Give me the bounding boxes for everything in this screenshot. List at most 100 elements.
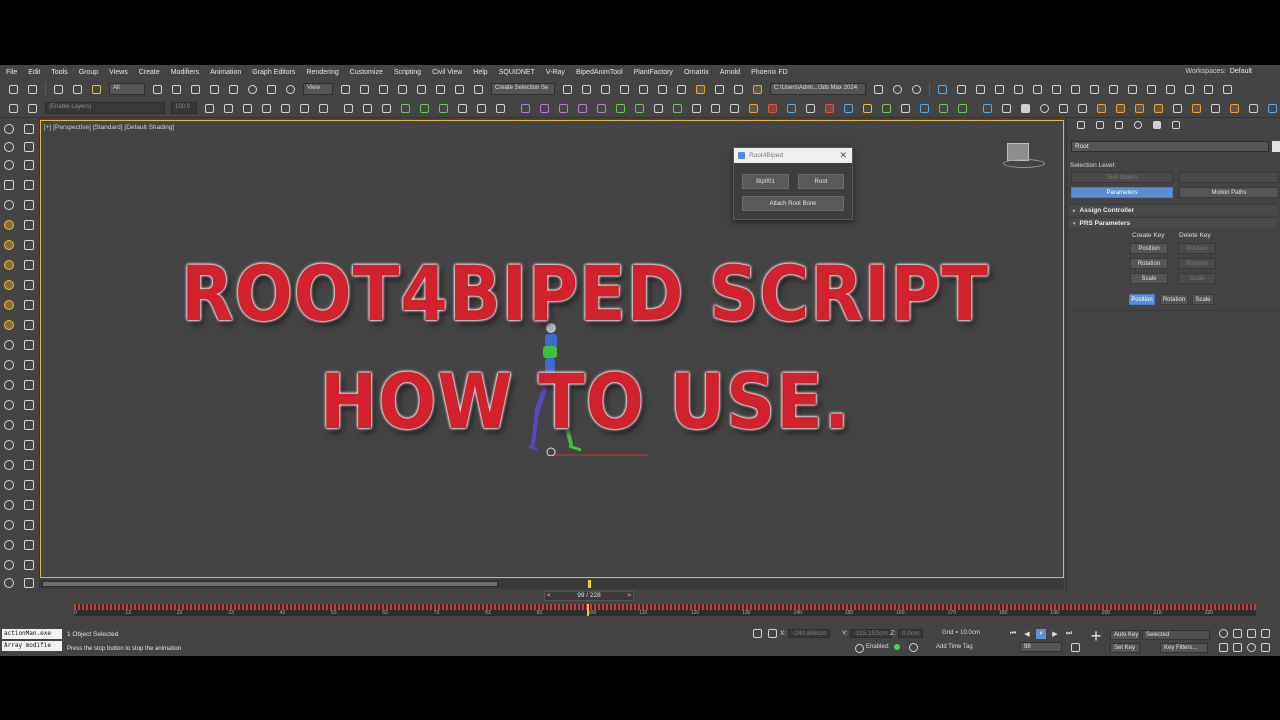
workspaces-value[interactable]: Default <box>1230 68 1252 75</box>
fire-icon[interactable] <box>1095 102 1108 115</box>
tool-n-icon[interactable] <box>24 280 36 292</box>
schematic-view-icon[interactable] <box>675 83 688 96</box>
track-bar[interactable]: 0 13 23 33 43 53 63 73 83 93 100 110 120 130 140 150 160… <box>74 604 1256 616</box>
tool-am-icon[interactable] <box>24 540 36 552</box>
named-selection-set-dropdown[interactable]: Create Selection Se <box>491 83 555 95</box>
vray-proxy-icon[interactable] <box>1069 83 1082 96</box>
enabled-indicator[interactable] <box>894 644 900 650</box>
percent-snap-icon[interactable] <box>434 83 447 96</box>
menu-squidnet[interactable]: SQUIDNET <box>499 69 535 76</box>
time-tag-icon[interactable] <box>853 642 866 655</box>
tool-c-icon[interactable] <box>24 142 36 154</box>
layer-value-field[interactable]: 100.0 <box>171 102 197 114</box>
splash-icon[interactable] <box>1266 102 1279 115</box>
manipulate-icon[interactable] <box>358 83 371 96</box>
tool-ah-icon[interactable] <box>4 500 16 512</box>
particle-speed-icon[interactable] <box>595 102 608 115</box>
field-of-view-icon[interactable] <box>1217 641 1230 654</box>
select-by-name-icon[interactable] <box>170 83 183 96</box>
particle-view-icon[interactable] <box>557 102 570 115</box>
pause-icon[interactable] <box>1000 102 1013 115</box>
current-frame-field[interactable]: 98 <box>1020 642 1062 652</box>
menu-create[interactable]: Create <box>139 69 160 76</box>
menu-modifiers[interactable]: Modifiers <box>171 69 199 76</box>
liquid-icon[interactable] <box>1171 102 1184 115</box>
menu-animation[interactable]: Animation <box>210 69 241 76</box>
viewport-label[interactable]: [+] [Perspective] [Standard] [Default Sh… <box>44 124 174 131</box>
selection-filter-dropdown[interactable]: All <box>109 83 145 95</box>
place-icon[interactable] <box>284 83 297 96</box>
foam-icon[interactable] <box>1247 102 1260 115</box>
delete-scale-key-button[interactable]: Scale <box>1178 273 1216 284</box>
y-coordinate[interactable]: Y: -115.153cm <box>842 629 892 638</box>
redo-icon[interactable] <box>26 83 39 96</box>
vray-decal-icon[interactable] <box>1145 83 1158 96</box>
biped-move-icon[interactable] <box>399 102 412 115</box>
tool-s-icon[interactable] <box>24 340 36 352</box>
tool-j-icon[interactable] <box>24 220 36 232</box>
tool-y-icon[interactable] <box>24 400 36 412</box>
frame-counter[interactable]: < 99 / 228 > <box>544 591 634 601</box>
unlink-icon[interactable] <box>71 83 84 96</box>
project-folder-dropdown[interactable]: C:\Users\Admi...\3ds Max 2024 <box>770 83 866 95</box>
candle-icon[interactable] <box>1152 102 1165 115</box>
sun-icon[interactable] <box>861 102 874 115</box>
ocean-icon[interactable] <box>1209 102 1222 115</box>
vray-frame-buffer-icon[interactable] <box>936 83 949 96</box>
display-tab-icon[interactable] <box>1150 119 1163 132</box>
freeze-layers-icon[interactable] <box>317 102 330 115</box>
flame-icon[interactable] <box>1228 102 1241 115</box>
material-ball-icon[interactable] <box>823 102 836 115</box>
tool-l-icon[interactable] <box>24 260 36 272</box>
hierarchy-tab-icon[interactable] <box>1112 119 1125 132</box>
tool-ag-icon[interactable] <box>24 480 36 492</box>
orbit-icon[interactable] <box>1245 641 1258 654</box>
key-filters-button[interactable]: Key Filters... <box>1160 643 1208 653</box>
tool-ap-icon[interactable] <box>4 578 16 590</box>
utilities-tab-icon[interactable] <box>1169 119 1182 132</box>
teapot-icon[interactable] <box>4 124 16 136</box>
menu-customize[interactable]: Customize <box>350 69 383 76</box>
torch2-icon[interactable] <box>1190 102 1203 115</box>
tool-h-icon[interactable] <box>4 200 16 212</box>
tool-g-icon[interactable] <box>24 180 36 192</box>
menu-help[interactable]: Help <box>473 69 487 76</box>
scale-mode-button[interactable]: Scale <box>1192 294 1214 305</box>
menu-vray[interactable]: V-Ray <box>546 69 565 76</box>
tool-an-icon[interactable] <box>4 560 16 572</box>
object-name-field[interactable]: Root <box>1071 141 1269 152</box>
biped-footstep-icon[interactable] <box>361 102 374 115</box>
create-layer-icon[interactable] <box>203 102 216 115</box>
create-position-key-button[interactable]: Position <box>1130 243 1168 254</box>
set-key-plus-icon[interactable]: + <box>1086 626 1106 646</box>
tool-r-icon[interactable] <box>4 340 16 352</box>
rotation-mode-button[interactable]: Rotation <box>1160 294 1188 305</box>
restart-icon[interactable] <box>1038 102 1051 115</box>
grid-icon[interactable] <box>690 102 703 115</box>
explosion-icon[interactable] <box>1133 102 1146 115</box>
tool-aj-icon[interactable] <box>4 520 16 532</box>
render-production-icon[interactable] <box>751 83 764 96</box>
adaptive-degradation-icon[interactable] <box>907 641 920 654</box>
tree-icon[interactable] <box>880 102 893 115</box>
tool-p-icon[interactable] <box>24 300 36 312</box>
spline-icon[interactable] <box>671 102 684 115</box>
menu-bipedanimtool[interactable]: BipedAnimTool <box>576 69 623 76</box>
prev-frame-button[interactable]: < <box>547 592 551 600</box>
next-frame-button[interactable]: > <box>627 592 631 600</box>
lock-selection-icon[interactable] <box>766 627 779 640</box>
tool-q-icon[interactable] <box>24 320 36 332</box>
tool-ad-icon[interactable] <box>4 460 16 472</box>
previous-frame-icon[interactable]: ◀ <box>1022 629 1032 639</box>
tool-u-icon[interactable] <box>24 360 36 372</box>
motion-paths-tab[interactable]: Motion Paths <box>1179 187 1279 198</box>
tool-aa-icon[interactable] <box>24 420 36 432</box>
vray-clipper-icon[interactable] <box>1202 83 1215 96</box>
sub-object-button[interactable]: Sub-Object <box>1071 172 1173 183</box>
object-color-swatch[interactable] <box>1272 141 1280 152</box>
help-icon[interactable] <box>891 83 904 96</box>
menu-group[interactable]: Group <box>79 69 98 76</box>
parameters-tab[interactable]: Parameters <box>1071 187 1173 198</box>
tool-t-icon[interactable] <box>4 360 16 372</box>
keyboard-shortcut-icon[interactable] <box>377 83 390 96</box>
